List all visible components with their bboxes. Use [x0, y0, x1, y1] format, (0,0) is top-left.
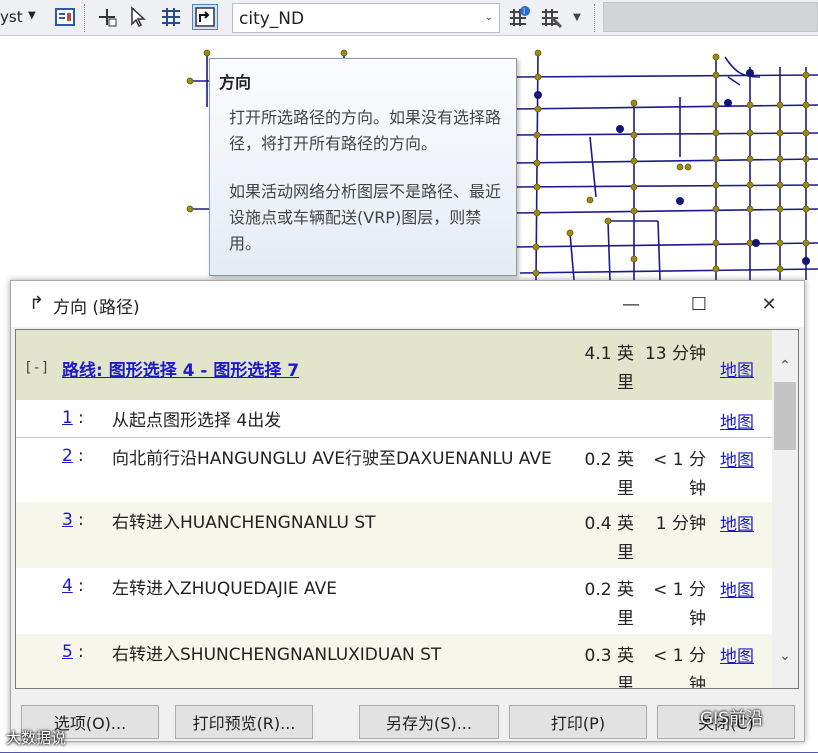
close-window-button[interactable]: ✕	[745, 285, 793, 323]
turn-arrow-icon: ↱	[29, 293, 45, 314]
print-preview-label: 打印预览(R)...	[192, 714, 296, 733]
step-number-link[interactable]: 2	[62, 446, 73, 466]
toolbar-separator	[594, 4, 596, 32]
step-text: 右转进入SHUNCHENGNANLUXIDUAN ST	[112, 645, 442, 665]
network-properties-button[interactable]	[538, 4, 564, 30]
network-identify-tool[interactable]	[158, 4, 184, 30]
minimize-icon: —	[622, 293, 640, 315]
step-text: 右转进入HUANCHENGNANLU ST	[112, 513, 376, 533]
build-network-icon: i	[510, 6, 530, 26]
print-preview-button[interactable]: 打印预览(R)...	[175, 705, 313, 739]
window-titlebar[interactable]: ↱ 方向 (路径) — ☐ ✕	[11, 281, 804, 327]
step-map-link[interactable]: 地图	[720, 510, 754, 535]
step-map-link[interactable]: 地图	[720, 642, 754, 667]
route-header-row: [-] 路线: 图形选择 4 - 图形选择 7 4.1 英里 13 分钟 地图	[16, 330, 772, 400]
route-name-link[interactable]: 路线: 图形选择 4 - 图形选择 7	[62, 356, 299, 381]
toolbar-menu-dropdown-icon[interactable]: ▼	[28, 10, 36, 21]
step-number-link[interactable]: 1	[62, 408, 73, 428]
print-button[interactable]: 打印(P)	[509, 705, 647, 739]
network-analyst-toolbar: yst ▼ city_ND ⌄ i ▼	[0, 0, 818, 36]
step-number-link[interactable]: 3	[62, 510, 73, 530]
step-map-link[interactable]: 地图	[720, 408, 754, 433]
print-label: 打印(P)	[550, 714, 606, 733]
step-time: < 1 分钟	[653, 646, 706, 689]
step-distance: 0.3 英里	[584, 646, 634, 689]
directions-icon	[195, 7, 215, 27]
grid-identify-icon	[162, 8, 180, 26]
step-time: 1 分钟	[655, 514, 706, 534]
maximize-button[interactable]: ☐	[675, 285, 723, 323]
watermark-right: GIS前沿	[700, 709, 763, 729]
toolbar-name-fragment: yst	[0, 8, 23, 26]
network-stops	[534, 69, 810, 265]
collapse-toggle[interactable]: [-]	[24, 360, 49, 376]
analyst-window-icon	[55, 8, 75, 26]
step-time: < 1 分钟	[653, 580, 706, 629]
route-distance: 4.1 英里	[584, 344, 634, 393]
directions-button[interactable]	[192, 4, 218, 30]
create-location-icon	[99, 9, 117, 27]
directions-tooltip: 方向 打开所选路径的方向。如果没有选择路径，将打开所有路径的方向。 如果活动网络…	[209, 58, 517, 276]
step-number-link[interactable]: 5	[62, 642, 73, 662]
toolbar-options-icon[interactable]: ▼	[570, 4, 584, 30]
create-network-location-tool[interactable]	[94, 4, 120, 30]
minimize-button[interactable]: —	[607, 285, 655, 323]
toolbar-separator	[84, 4, 86, 32]
tooltip-description: 打开所选路径的方向。如果没有选择路径，将打开所有路径的方向。	[229, 108, 502, 153]
direction-step-row: 3 : 右转进入HUANCHENGNANLU ST 0.4 英里 1 分钟 地图	[16, 502, 772, 568]
route-map-link[interactable]: 地图	[720, 356, 754, 381]
screen: yst ▼ city_ND ⌄ i ▼ 方向 打开所选路径的方向。如果没有选择路…	[0, 0, 818, 753]
direction-step-row: 2 : 向北前行沿HANGUNGLU AVE行驶至DAXUENANLU AVE …	[16, 438, 772, 502]
step-text: 左转进入ZHUQUEDAJIE AVE	[112, 579, 337, 599]
scroll-up-icon[interactable]: ⌃	[772, 354, 798, 378]
network-dataset-select[interactable]: city_ND ⌄	[232, 3, 500, 33]
toolbar-empty-area	[603, 2, 818, 32]
save-as-button[interactable]: 另存为(S)...	[359, 705, 499, 739]
direction-step-row: 5 : 右转进入SHUNCHENGNANLUXIDUAN ST 0.3 英里 <…	[16, 634, 772, 689]
directions-window: ↱ 方向 (路径) — ☐ ✕ [-] 路线: 图形选择 4 - 图形选择 7 …	[10, 280, 805, 742]
build-network-button[interactable]: i	[506, 4, 532, 30]
tooltip-disabled-note: 如果活动网络分析图层不是路径、最近设施点或车辆配送(VRP)图层，则禁用。	[229, 182, 502, 253]
maximize-icon: ☐	[690, 293, 708, 315]
step-map-link[interactable]: 地图	[720, 576, 754, 601]
step-text: 从起点图形选择 4出发	[112, 411, 282, 431]
select-move-icon	[131, 6, 146, 28]
vertical-scrollbar[interactable]: ⌃ ⌄	[772, 330, 798, 688]
route-time: 13 分钟	[644, 344, 706, 364]
step-distance: 0.4 英里	[584, 514, 634, 563]
step-number-link[interactable]: 4	[62, 576, 73, 596]
direction-step-row: 1 : 从起点图形选择 4出发 地图	[16, 400, 772, 438]
step-map-link[interactable]: 地图	[720, 446, 754, 471]
network-dataset-value: city_ND	[239, 9, 305, 29]
tooltip-title: 方向	[219, 73, 252, 92]
network-build-errors-icon	[542, 9, 563, 29]
network-analyst-window-button[interactable]	[52, 4, 78, 30]
save-as-label: 另存为(S)...	[386, 714, 472, 733]
scrollbar-thumb[interactable]	[774, 382, 796, 450]
step-distance: 0.2 英里	[584, 580, 634, 629]
chevron-down-icon: ⌄	[484, 12, 493, 23]
window-title: 方向 (路径)	[53, 298, 140, 318]
direction-step-row: 4 : 左转进入ZHUQUEDAJIE AVE 0.2 英里 < 1 分钟 地图	[16, 568, 772, 634]
select-move-location-tool[interactable]	[126, 4, 152, 30]
step-time: < 1 分钟	[653, 450, 706, 499]
watermark-left: 大数据说	[6, 729, 67, 747]
step-distance: 0.2 英里	[584, 450, 634, 499]
directions-list: [-] 路线: 图形选择 4 - 图形选择 7 4.1 英里 13 分钟 地图 …	[15, 329, 799, 689]
scroll-down-icon[interactable]: ⌄	[772, 644, 798, 668]
svg-text:i: i	[523, 7, 525, 16]
close-icon: ✕	[761, 293, 777, 315]
step-text: 向北前行沿HANGUNGLU AVE行驶至DAXUENANLU AVE	[112, 449, 552, 469]
